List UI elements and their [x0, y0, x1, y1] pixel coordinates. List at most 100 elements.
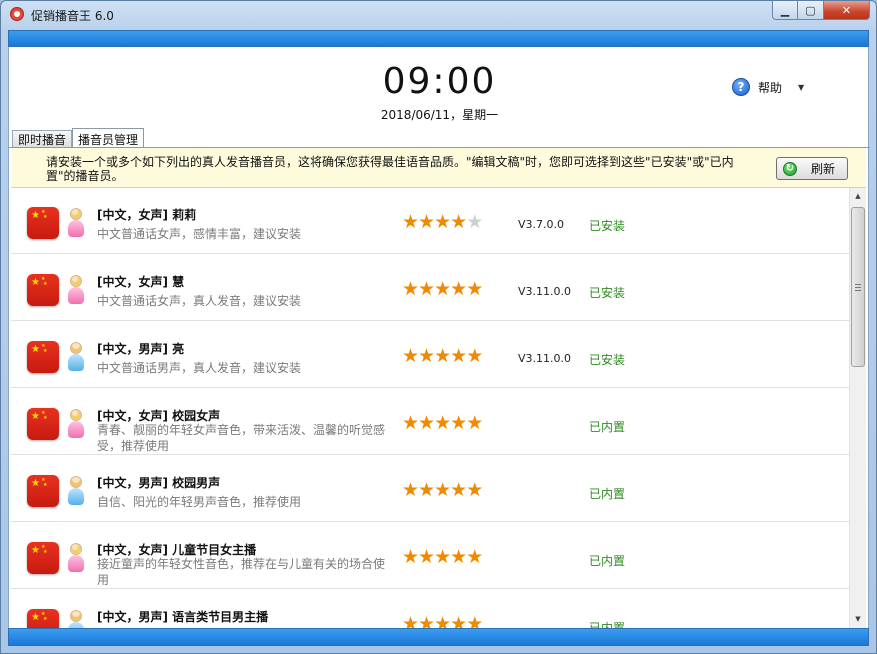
- maximize-icon: ▢: [805, 3, 816, 17]
- star-icon: ★: [418, 546, 435, 568]
- star-icon: ★: [434, 613, 451, 629]
- announcer-row[interactable]: ★ ★ ★ [中文，女声] 莉莉 中文普通话女声，感情丰富，建议安装 ★★★★★ V3.7.…: [11, 188, 849, 254]
- star-icon: ★: [418, 278, 435, 300]
- star-icon: ★: [450, 479, 467, 501]
- star-icon: ★: [434, 345, 451, 367]
- announcer-row[interactable]: ★ ★ ★ [中文，女声] 校园女声 青春、靓丽的年轻女声音色，带来活泼、温馨的听觉感受…: [11, 389, 849, 455]
- star-icon: ★: [402, 546, 419, 568]
- voice-description: 中文普通话女声，感情丰富，建议安装: [97, 227, 302, 241]
- china-flag-icon: ★ ★ ★: [27, 475, 59, 507]
- star-icon: ★: [466, 278, 483, 300]
- grip-icon: [855, 284, 861, 291]
- refresh-icon: ↻: [783, 161, 797, 176]
- help-menu[interactable]: ? 帮助 ▼: [732, 78, 804, 96]
- star-icon: ★: [418, 211, 435, 233]
- star-icon: ★: [466, 613, 483, 629]
- voice-title: [中文，男声] 亮: [97, 342, 185, 356]
- rating-stars: ★★★★★: [402, 345, 483, 367]
- star-icon: ★: [402, 479, 419, 501]
- star-icon: ★: [466, 345, 483, 367]
- maximize-button[interactable]: ▢: [798, 1, 824, 20]
- star-icon: ★: [418, 479, 435, 501]
- star-icon: ★: [450, 211, 467, 233]
- notice-text: 请安装一个或多个如下列出的真人发音播音员，这将确保您获得最佳语音品质。"编辑文稿…: [46, 155, 734, 183]
- scroll-up-arrow[interactable]: ▲: [850, 188, 866, 205]
- announcer-row[interactable]: ★ ★ ★ [中文，女声] 儿童节目女主播 接近童声的年轻女性音色，推荐在与儿童有关的场…: [11, 523, 849, 589]
- refresh-button[interactable]: ↻ 刷新: [776, 157, 848, 180]
- male-voice-icon: [67, 610, 85, 628]
- tab-instant-broadcast[interactable]: 即时播音: [12, 130, 73, 148]
- star-icon: ★: [450, 546, 467, 568]
- announcer-row[interactable]: ★★★[中文，男声] 语言类节目男主播稳重、自信的男声音色，特别以强了情感表达，…: [11, 590, 849, 628]
- tab-announcer-management[interactable]: 播音员管理: [72, 128, 145, 149]
- star-icon: ★: [418, 613, 435, 629]
- voice-version: V3.11.0.0: [518, 285, 572, 298]
- refresh-label: 刷新: [811, 162, 836, 176]
- rating-stars: ★★★★★: [402, 278, 483, 300]
- help-label: 帮助: [758, 80, 783, 95]
- star-icon: ★: [434, 211, 451, 233]
- scroll-thumb[interactable]: [851, 207, 865, 367]
- scroll-down-arrow[interactable]: ▼: [850, 611, 866, 628]
- voice-status: 已安装: [589, 353, 626, 367]
- bottom-accent-strip: [8, 628, 869, 646]
- star-icon: ★: [466, 479, 483, 501]
- help-icon: ?: [732, 78, 750, 96]
- close-button[interactable]: ✕: [824, 1, 870, 20]
- main-panel: 09:00 2018/06/11，星期一 ? 帮助 ▼ 即时播音 播音员管理 请…: [8, 47, 870, 628]
- star-icon: ★: [450, 412, 467, 434]
- male-voice-icon: [67, 476, 85, 506]
- announcer-row[interactable]: ★ ★ ★ [中文，女声] 慧中文普通话女声，真人发音，建议安装 ★★★★★ V3.11.…: [11, 255, 849, 321]
- voice-title: [中文，女声] 慧: [97, 275, 185, 289]
- voice-version: V3.7.0.0: [518, 218, 565, 231]
- star-icon: ★: [402, 613, 419, 629]
- voice-status: 已内置: [589, 621, 626, 628]
- announcer-row[interactable]: ★ ★ ★ [中文，男声] 亮中文普通话男声，真人发音，建议安装 ★★★★★ V3.11.…: [11, 322, 849, 388]
- china-flag-icon: ★ ★ ★: [27, 609, 59, 628]
- star-icon: ★: [450, 345, 467, 367]
- voice-version: V3.11.0.0: [518, 352, 572, 365]
- top-accent-strip: [8, 30, 869, 47]
- minimize-button[interactable]: ▁: [772, 1, 798, 20]
- window-title: 促销播音王 6.0: [31, 9, 114, 23]
- female-voice-icon: [67, 409, 85, 439]
- title-bar[interactable]: 促销播音王 6.0 ▁ ▢ ✕: [1, 1, 876, 29]
- star-icon: ★: [434, 546, 451, 568]
- star-icon: ★: [466, 412, 483, 434]
- female-voice-icon: [67, 208, 85, 238]
- voice-description: 中文普通话男声，真人发音，建议安装: [97, 361, 302, 375]
- voice-description: 自信、阳光的年轻男声音色，推荐使用: [97, 495, 302, 509]
- rating-stars: ★★★★★: [402, 412, 483, 434]
- list-scrollbar[interactable]: ▲ ▼: [849, 188, 866, 628]
- app-logo-icon: [10, 7, 24, 21]
- rating-stars: ★★★★★: [402, 613, 483, 629]
- clock-date: 2018/06/11，星期一: [380, 108, 499, 122]
- voice-status: 已安装: [589, 286, 626, 300]
- star-icon: ★: [434, 412, 451, 434]
- china-flag-icon: ★ ★ ★: [27, 274, 59, 306]
- star-icon: ★: [418, 345, 435, 367]
- china-flag-icon: ★ ★ ★: [27, 207, 59, 239]
- female-voice-icon: [67, 275, 85, 305]
- star-icon: ★: [466, 211, 483, 233]
- rating-stars: ★★★★★: [402, 546, 483, 568]
- window-controls: ▁ ▢ ✕: [772, 1, 870, 20]
- voice-status: 已内置: [589, 554, 626, 568]
- announcer-list: ★ ★ ★ [中文，女声] 莉莉 中文普通话女声，感情丰富，建议安装 ★★★★★ V3.7.…: [11, 188, 849, 628]
- star-icon: ★: [402, 345, 419, 367]
- china-flag-icon: ★ ★ ★: [27, 341, 59, 373]
- female-voice-icon: [67, 543, 85, 573]
- star-icon: ★: [434, 278, 451, 300]
- star-icon: ★: [434, 479, 451, 501]
- tab-bar: 即时播音 播音员管理: [12, 128, 145, 149]
- announcer-row[interactable]: ★ ★ ★ [中文，男声] 校园男声 自信、阳光的年轻男声音色，推荐使用 ★★★★★ 已内置: [11, 456, 849, 522]
- china-flag-icon: ★ ★ ★: [27, 408, 59, 440]
- china-flag-icon: ★ ★ ★: [27, 542, 59, 574]
- voice-status: 已内置: [589, 420, 626, 434]
- voice-description: 中文普通话女声，真人发音，建议安装: [97, 294, 302, 308]
- voice-title: [中文，女声] 莉莉: [97, 208, 197, 222]
- voice-title: [中文，男声] 校园男声: [97, 476, 221, 490]
- star-icon: ★: [466, 546, 483, 568]
- star-icon: ★: [402, 278, 419, 300]
- star-icon: ★: [450, 278, 467, 300]
